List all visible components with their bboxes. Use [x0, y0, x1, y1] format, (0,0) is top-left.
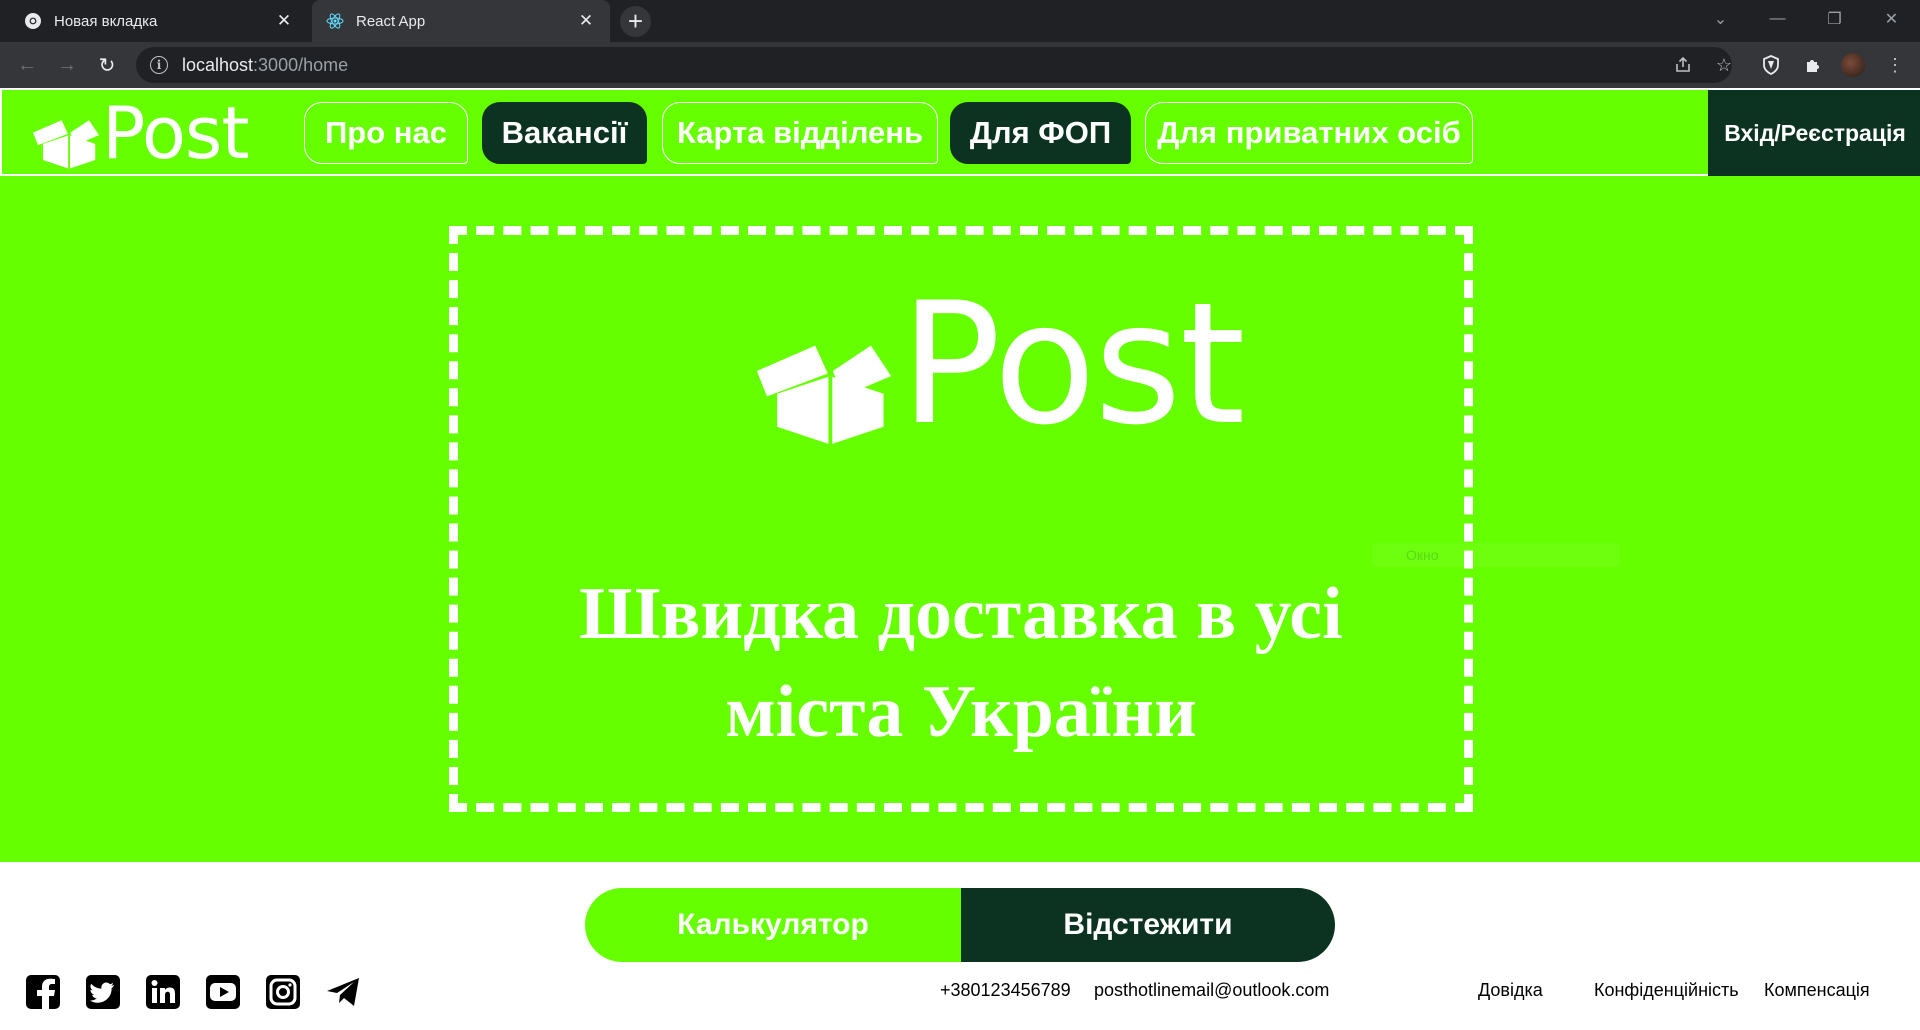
box-icon — [33, 120, 99, 169]
reload-icon[interactable]: ↻ — [92, 50, 122, 80]
react-icon — [326, 12, 344, 30]
close-icon[interactable]: ✕ — [274, 11, 294, 31]
browser-tab-new[interactable]: Новая вкладка ✕ — [10, 0, 308, 42]
hero-section: Post Швидка доставка в усі міста України… — [0, 176, 1920, 862]
nav-branch-map[interactable]: Карта відділень — [662, 102, 938, 164]
tab-title: React App — [356, 12, 426, 30]
forward-arrow-icon[interactable]: → — [52, 50, 82, 80]
browser-tab-react-app[interactable]: React App ✕ — [312, 0, 610, 42]
window-close-icon[interactable]: ✕ — [1863, 0, 1920, 38]
bookmark-star-icon[interactable]: ☆ — [1709, 50, 1739, 80]
nav-for-fop[interactable]: Для ФОП — [950, 102, 1131, 164]
hero-title: Швидка доставка в усі міста України — [458, 565, 1464, 761]
telegram-icon[interactable] — [324, 973, 362, 1011]
footer-link-help[interactable]: Довідка — [1478, 980, 1543, 1001]
footer-link-compensation[interactable]: Компенсація — [1764, 980, 1870, 1001]
share-icon[interactable] — [1668, 50, 1698, 80]
track-button[interactable]: Відстежити — [961, 888, 1335, 962]
chrome-icon — [24, 12, 42, 30]
browser-toolbar: ← → ↻ i localhost:3000/home ☆ ⋮ — [0, 42, 1920, 88]
box-icon — [756, 345, 892, 445]
instagram-icon[interactable] — [264, 973, 302, 1011]
twitter-icon[interactable] — [84, 973, 122, 1011]
site-info-icon[interactable]: i — [150, 56, 168, 74]
back-arrow-icon[interactable]: ← — [12, 50, 42, 80]
url-host: localhost — [182, 54, 254, 75]
hero-title-line-1: Швидка доставка в усі — [579, 573, 1343, 655]
hero-logo: Post — [754, 266, 1246, 462]
hero-logo-text: Post — [900, 266, 1246, 462]
tab-search-icon[interactable]: ⌄ — [1692, 0, 1749, 38]
profile-avatar[interactable] — [1838, 50, 1868, 80]
extensions-puzzle-icon[interactable] — [1798, 50, 1828, 80]
hero-dashed-frame: Post Швидка доставка в усі міста України — [449, 226, 1473, 812]
shield-extension-icon[interactable] — [1756, 50, 1786, 80]
login-register-button[interactable]: Вхід/Реєстрація — [1708, 90, 1920, 176]
footer-link-privacy[interactable]: Конфіденційність — [1594, 980, 1739, 1001]
nav-for-individuals[interactable]: Для приватних осіб — [1145, 102, 1473, 164]
browser-tabstrip: Новая вкладка ✕ React App ✕ + ⌄ — ❐ ✕ — [0, 0, 1920, 42]
hero-title-line-2: міста України — [725, 671, 1197, 753]
page: Новая вкладка ✕ React App ✕ + ⌄ — ❐ ✕ ← … — [0, 0, 1920, 1030]
nav-vacancies[interactable]: Вакансії — [482, 102, 647, 164]
tab-title: Новая вкладка — [54, 12, 158, 30]
nav-about-us[interactable]: Про нас — [304, 102, 468, 164]
ghost-overlay-text: Окно — [1372, 543, 1620, 567]
close-icon[interactable]: ✕ — [576, 11, 596, 31]
facebook-icon[interactable] — [24, 973, 62, 1011]
footer-phone[interactable]: +380123456789 — [940, 980, 1071, 1001]
calculator-button[interactable]: Калькулятор — [585, 888, 961, 962]
linkedin-icon[interactable] — [144, 973, 182, 1011]
site-header: Post Про нас Вакансії Карта відділень Дл… — [0, 88, 1920, 176]
restore-icon[interactable]: ❐ — [1806, 0, 1863, 38]
action-bar: Калькулятор Відстежити — [585, 888, 1335, 962]
new-tab-button[interactable]: + — [620, 6, 651, 37]
site-logo[interactable]: Post — [30, 91, 250, 175]
url-path: :3000/home — [253, 54, 349, 75]
footer-email[interactable]: posthotlinemail@outlook.com — [1094, 980, 1329, 1001]
minimize-icon[interactable]: — — [1749, 0, 1806, 38]
logo-text: Post — [102, 91, 250, 175]
youtube-icon[interactable] — [204, 973, 242, 1011]
address-bar[interactable]: i localhost:3000/home — [136, 47, 1732, 83]
more-menu-icon[interactable]: ⋮ — [1880, 50, 1910, 80]
